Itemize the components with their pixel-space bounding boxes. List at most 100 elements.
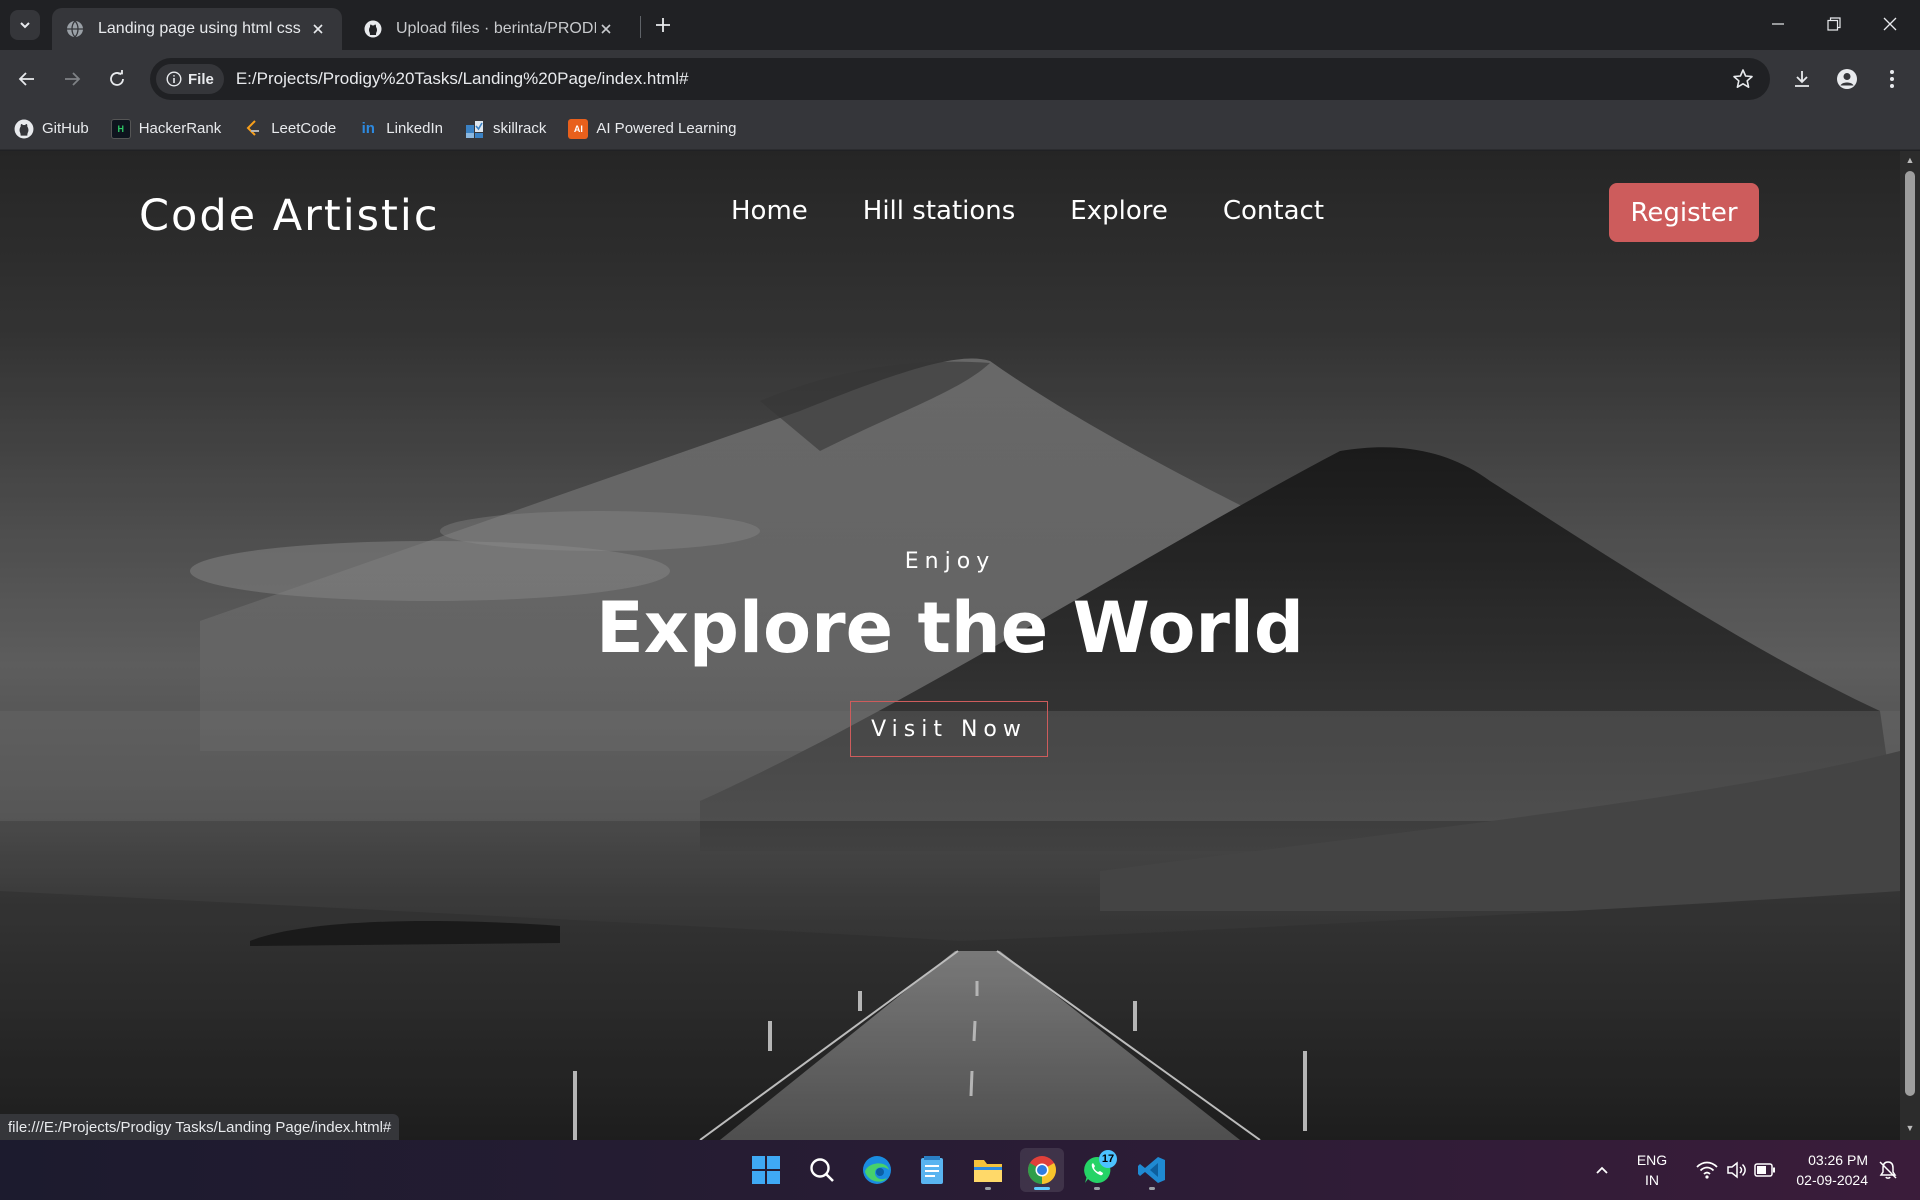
show-hidden-icons-button[interactable] [1580, 1148, 1624, 1192]
nav-link-home[interactable]: Home [731, 196, 808, 226]
system-clock[interactable]: 03:26 PM 02-09-2024 [1778, 1150, 1868, 1190]
restore-button[interactable] [1806, 0, 1862, 48]
close-window-button[interactable] [1862, 0, 1918, 48]
bookmark-hackerrank[interactable]: H HackerRank [110, 118, 222, 139]
kebab-menu-icon [1890, 70, 1894, 88]
nav-link-hill-stations[interactable]: Hill stations [863, 196, 1016, 226]
tab-strip: Landing page using html css Upload files… [0, 0, 1920, 50]
bookmark-label: HackerRank [138, 120, 222, 137]
reload-button[interactable] [102, 64, 132, 94]
main-nav: Home Hill stations Explore Contact [731, 196, 1379, 226]
close-tab-button[interactable] [596, 19, 616, 39]
start-icon [752, 1156, 780, 1184]
input-language-indicator[interactable]: ENG IN [1632, 1150, 1672, 1190]
site-logo[interactable]: Code Artistic [139, 191, 440, 241]
hero-kicker: Enjoy [904, 549, 996, 574]
leetcode-icon [243, 119, 263, 139]
site-info-chip[interactable]: File [156, 64, 224, 94]
arrow-right-icon [65, 72, 81, 86]
tab-upload-files[interactable]: Upload files · berinta/PRODIGY_ [350, 8, 630, 50]
scroll-up-arrow-icon[interactable]: ▲ [1905, 155, 1915, 165]
search-icon [810, 1158, 834, 1182]
tab-separator [640, 16, 641, 38]
github-icon [14, 119, 34, 139]
star-icon [1733, 69, 1753, 88]
hero-headline: Explore the World [595, 587, 1305, 669]
close-icon [601, 24, 611, 34]
site-header: Code Artistic Home Hill stations Explore… [0, 151, 1900, 271]
page-scrollbar[interactable]: ▲ ▼ [1900, 151, 1920, 1140]
running-indicator [1034, 1187, 1050, 1190]
minimize-button[interactable] [1750, 0, 1806, 48]
notification-badge: 17 [1099, 1150, 1117, 1168]
reload-icon [110, 70, 124, 86]
downloads-button[interactable] [1787, 64, 1817, 94]
quick-settings-button[interactable] [1686, 1148, 1786, 1192]
bookmark-label: skillrack [493, 120, 547, 137]
vscode-icon [1138, 1157, 1165, 1183]
running-indicator [985, 1187, 991, 1190]
clock-date: 02-09-2024 [1796, 1172, 1868, 1188]
page-viewport: Code Artistic Home Hill stations Explore… [0, 151, 1900, 1140]
taskbar-search-button[interactable] [800, 1148, 844, 1192]
menu-button[interactable] [1877, 64, 1907, 94]
nav-link-contact[interactable]: Contact [1223, 196, 1324, 226]
site-chip-label: File [188, 70, 214, 88]
register-button[interactable]: Register [1609, 183, 1759, 242]
bookmark-label: GitHub [42, 120, 89, 137]
windows-taskbar: 17 ENG IN 03:26 PM 02-09-2024 [0, 1140, 1920, 1200]
tab-title: Upload files · berinta/PRODIGY_ [396, 20, 596, 37]
scrollbar-thumb[interactable] [1905, 171, 1915, 1096]
bookmark-label: LinkedIn [386, 120, 443, 137]
bookmarks-bar: GitHub H HackerRank LeetCode in LinkedIn… [0, 108, 1920, 150]
linkedin-icon: in [361, 120, 375, 137]
bookmark-linkedin[interactable]: in LinkedIn [358, 119, 443, 139]
file-explorer-icon [974, 1160, 1002, 1182]
bookmark-label: AI Powered Learning [596, 120, 737, 137]
bookmark-skillrack[interactable]: skillrack [465, 119, 546, 139]
download-icon [1795, 71, 1809, 87]
minimize-icon [1772, 23, 1784, 25]
visit-now-button[interactable]: Visit Now [850, 701, 1048, 757]
back-button[interactable] [12, 64, 42, 94]
tab-search-button[interactable] [10, 10, 40, 40]
profile-button[interactable] [1832, 64, 1862, 94]
tab-landing-page[interactable]: Landing page using html css [52, 8, 342, 50]
notepad-icon [921, 1156, 943, 1184]
bookmark-star-button[interactable] [1732, 68, 1754, 95]
tab-title: Landing page using html css [98, 20, 301, 37]
bookmark-leetcode[interactable]: LeetCode [243, 119, 336, 139]
forward-button[interactable] [57, 64, 87, 94]
address-bar[interactable]: File E:/Projects/Prodigy%20Tasks/Landing… [150, 58, 1770, 100]
battery-icon [1754, 1163, 1775, 1177]
github-icon [364, 20, 382, 38]
taskbar-whatsapp[interactable]: 17 [1075, 1148, 1119, 1192]
region-code: IN [1645, 1172, 1659, 1188]
scroll-down-arrow-icon[interactable]: ▼ [1905, 1123, 1915, 1133]
bookmark-github[interactable]: GitHub [14, 119, 89, 139]
taskbar-edge[interactable] [855, 1148, 899, 1192]
close-tab-button[interactable] [308, 19, 328, 39]
edge-icon [863, 1156, 891, 1184]
ai-learning-icon: AI [568, 118, 589, 139]
taskbar-chrome[interactable] [1020, 1148, 1064, 1192]
taskbar-notepad[interactable] [910, 1148, 954, 1192]
new-tab-button[interactable] [650, 12, 676, 38]
nav-link-explore[interactable]: Explore [1070, 196, 1168, 226]
hackerrank-icon: H [110, 118, 131, 139]
arrow-left-icon [18, 72, 34, 86]
chevron-up-icon [1596, 1166, 1608, 1174]
close-icon [313, 24, 323, 34]
globe-icon [67, 20, 83, 38]
browser-toolbar: File E:/Projects/Prodigy%20Tasks/Landing… [0, 50, 1920, 108]
plus-icon [656, 18, 670, 32]
wifi-icon [1696, 1161, 1718, 1179]
taskbar-file-explorer[interactable] [966, 1148, 1010, 1192]
running-indicator [1094, 1187, 1100, 1190]
close-icon [1883, 17, 1897, 31]
taskbar-vscode[interactable] [1130, 1148, 1174, 1192]
bookmark-ai-powered-learning[interactable]: AI AI Powered Learning [568, 118, 737, 139]
chevron-down-icon [20, 22, 30, 29]
start-button[interactable] [744, 1148, 788, 1192]
notifications-button[interactable] [1868, 1148, 1908, 1192]
